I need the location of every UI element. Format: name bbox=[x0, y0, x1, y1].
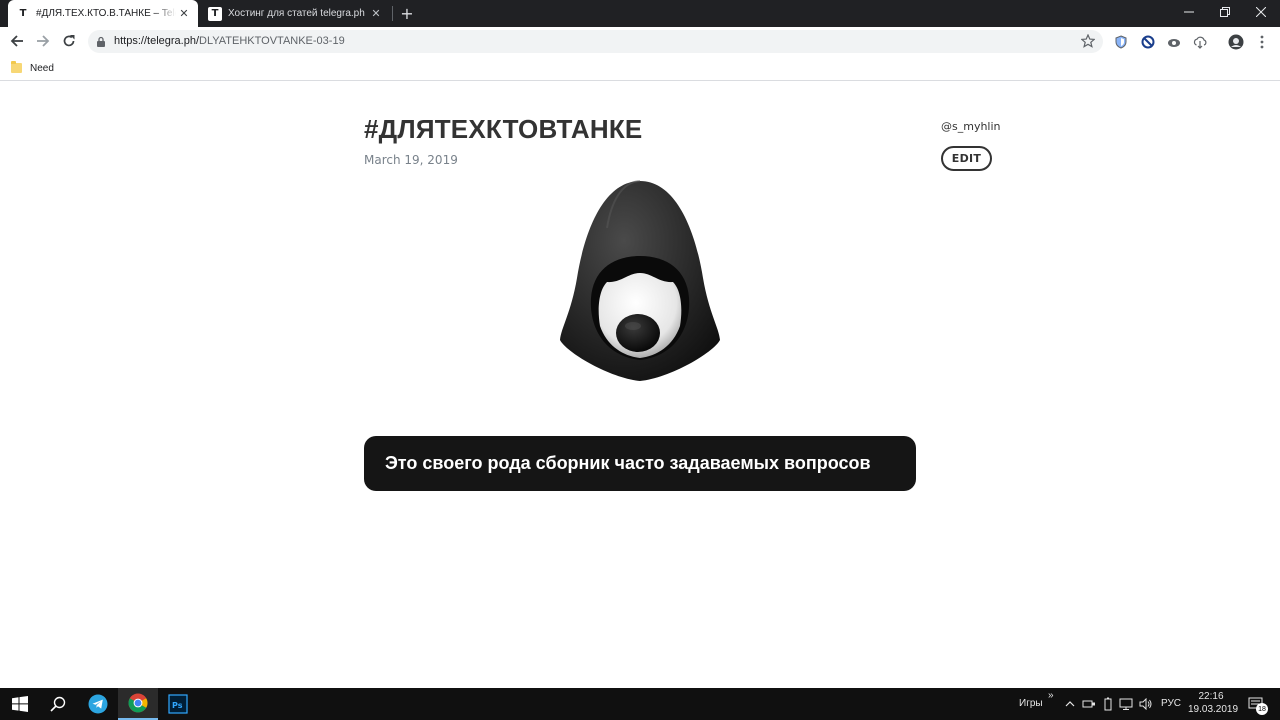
tab-telegraph-article[interactable]: T #ДЛЯ.ТЕХ.КТО.В.ТАНКЕ – Telegraph ✕ bbox=[8, 0, 198, 27]
tray-battery-icon[interactable] bbox=[1101, 697, 1115, 711]
close-window-button[interactable] bbox=[1244, 0, 1278, 24]
games-toolbar-label[interactable]: Игры bbox=[1019, 698, 1043, 709]
telegraph-favicon-icon: T bbox=[19, 8, 27, 19]
bookmarks-bar: Need bbox=[0, 56, 1280, 81]
tab-title: #ДЛЯ.ТЕХ.КТО.В.ТАНКЕ – Telegraph bbox=[36, 8, 176, 19]
cloud-link-icon bbox=[1168, 39, 1180, 47]
bookmark-label: Need bbox=[30, 62, 54, 74]
hooded-figure-image bbox=[560, 180, 720, 381]
chrome-icon bbox=[128, 693, 148, 713]
forward-button[interactable] bbox=[33, 31, 53, 51]
page-content: #ДЛЯТЕХКТОВТАНКЕ March 19, 2019 @s_myhli… bbox=[0, 82, 1280, 688]
notification-count-badge: 18 bbox=[1256, 703, 1268, 715]
blocker-extension-button[interactable] bbox=[1140, 34, 1156, 50]
search-button[interactable] bbox=[38, 688, 78, 720]
star-icon bbox=[1080, 33, 1096, 48]
svg-text:Ps: Ps bbox=[172, 701, 183, 710]
shield-extension-button[interactable] bbox=[1113, 34, 1129, 50]
cloud-download-icon bbox=[1193, 36, 1207, 49]
telegram-icon bbox=[88, 694, 108, 714]
arrow-left-icon bbox=[10, 35, 23, 47]
edit-button[interactable]: EDIT bbox=[941, 146, 992, 171]
browser-tab-strip: T #ДЛЯ.ТЕХ.КТО.В.ТАНКЕ – Telegraph ✕ T Х… bbox=[0, 0, 1280, 27]
arrow-right-icon bbox=[37, 35, 50, 47]
profile-avatar-button[interactable] bbox=[1228, 34, 1244, 50]
tab-title: Хостинг для статей telegra.ph bbox=[228, 8, 365, 19]
telegraph-favicon-icon: T bbox=[208, 6, 222, 21]
clock-time: 22:16 bbox=[1198, 691, 1224, 702]
reload-icon bbox=[63, 35, 75, 47]
bookmark-folder-need[interactable]: Need bbox=[11, 60, 54, 76]
taskbar-app-photoshop[interactable]: Ps bbox=[158, 688, 198, 720]
restore-icon bbox=[1220, 7, 1230, 17]
toolbar-expand-icon[interactable]: » bbox=[1048, 690, 1054, 701]
tab-telegraph-hosting[interactable]: T Хостинг для статей telegra.ph ✕ bbox=[200, 0, 390, 27]
close-tab-icon[interactable]: ✕ bbox=[176, 6, 192, 22]
windows-taskbar: Ps Игры » РУС 22:16 19.03.2019 18 bbox=[0, 688, 1280, 720]
tray-usb-icon[interactable] bbox=[1082, 697, 1096, 711]
lock-icon bbox=[96, 35, 106, 53]
author-link[interactable]: @s_myhlin bbox=[941, 120, 1001, 133]
download-extension-button[interactable] bbox=[1192, 34, 1208, 50]
article-date: March 19, 2019 bbox=[364, 153, 458, 167]
clock[interactable]: 22:16 19.03.2019 bbox=[1188, 691, 1239, 717]
minimize-icon bbox=[1184, 11, 1194, 13]
minimize-button[interactable] bbox=[1172, 0, 1206, 24]
tray-network-icon[interactable] bbox=[1119, 697, 1133, 711]
new-tab-button[interactable]: + bbox=[398, 4, 416, 23]
block-icon bbox=[1141, 35, 1155, 49]
article-title: #ДЛЯТЕХКТОВТАНКЕ bbox=[364, 114, 643, 144]
reload-button[interactable] bbox=[59, 31, 79, 51]
taskbar-app-telegram[interactable] bbox=[78, 688, 118, 720]
back-button[interactable] bbox=[7, 31, 27, 51]
caption-text: Это своего рода сборник часто задаваемых… bbox=[385, 453, 871, 473]
close-icon bbox=[1256, 7, 1266, 17]
language-indicator[interactable]: РУС bbox=[1161, 698, 1181, 709]
windows-logo-icon bbox=[12, 696, 28, 712]
clock-date: 19.03.2019 bbox=[1188, 704, 1239, 715]
kebab-menu-icon bbox=[1260, 35, 1264, 49]
avatar-icon bbox=[1228, 34, 1244, 50]
url-text: https://telegra.ph/DLYATEHKTOVTANKE-03-1… bbox=[114, 35, 345, 47]
vpn-extension-button[interactable] bbox=[1166, 34, 1182, 50]
close-tab-icon[interactable]: ✕ bbox=[368, 6, 384, 22]
url-host: https://telegra.ph/ bbox=[114, 35, 199, 47]
start-button[interactable] bbox=[0, 688, 40, 720]
show-hidden-icons-button[interactable] bbox=[1063, 697, 1077, 711]
taskbar-app-chrome[interactable] bbox=[118, 688, 158, 720]
chrome-menu-button[interactable] bbox=[1254, 34, 1270, 50]
url-path: DLYATEHKTOVTANKE-03-19 bbox=[199, 35, 345, 47]
shield-icon bbox=[1115, 35, 1127, 49]
restore-button[interactable] bbox=[1208, 0, 1242, 24]
photoshop-icon: Ps bbox=[168, 694, 188, 714]
tray-volume-icon[interactable] bbox=[1139, 697, 1153, 711]
browser-toolbar: https://telegra.ph/DLYATEHKTOVTANKE-03-1… bbox=[0, 27, 1280, 56]
tab-separator bbox=[392, 6, 393, 21]
search-icon bbox=[50, 696, 66, 712]
address-bar[interactable]: https://telegra.ph/DLYATEHKTOVTANKE-03-1… bbox=[88, 30, 1103, 53]
chevron-up-icon bbox=[1065, 701, 1075, 707]
folder-icon bbox=[11, 61, 22, 73]
bookmark-star-button[interactable] bbox=[1080, 33, 1096, 53]
caption-banner: Это своего рода сборник часто задаваемых… bbox=[364, 436, 916, 491]
